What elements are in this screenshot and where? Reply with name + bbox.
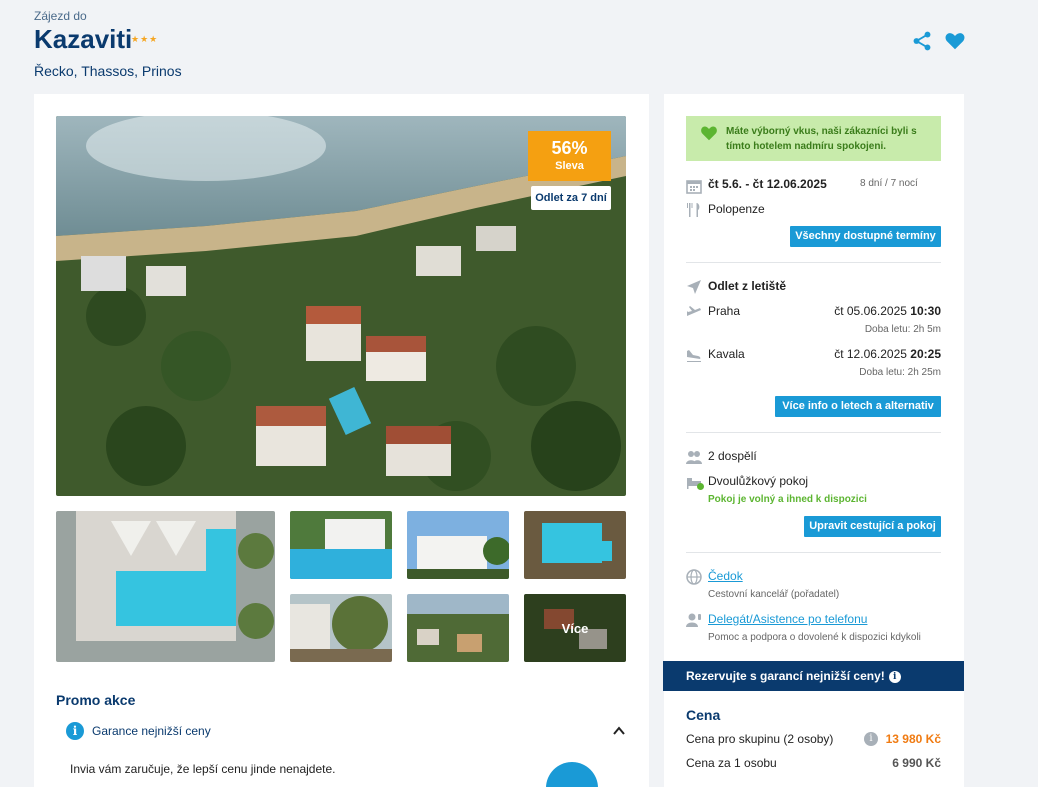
room-type: Dvoulůžkový pokoj [708,474,809,488]
outbound-duration: Doba letu: 2h 5m [864,324,941,335]
more-photos-label[interactable]: Více [524,594,626,662]
thumbnail-hotel-facade[interactable] [407,511,509,579]
inbound-time: 20:25 [910,347,941,361]
promo-text: Invia vám zaručuje, že lepší cenu jinde … [70,762,336,776]
promo-title: Promo akce [56,692,136,708]
cutlery-icon [687,203,700,217]
delegate-link[interactable]: Delegát/Asistence po telefonu [708,612,867,626]
hotel-name: Kazaviti [34,24,133,54]
inbound-datetime: čt 12.06.2025 20:25 [834,347,941,361]
calendar-icon [686,180,702,194]
promo-item-label: Garance nejnižší ceny [92,724,211,738]
outbound-time: 10:30 [910,304,941,318]
organizer-description: Cestovní kancelář (pořadatel) [708,589,840,600]
inbound-duration: Doba letu: 2h 25m [859,367,941,378]
inbound-date: čt 12.06.2025 [834,347,907,361]
thumbnail-more[interactable]: Více [524,594,626,662]
guarantee-seal-icon [546,762,598,787]
satisfaction-text: Máte výborný vkus, naši zákazníci byli s… [726,126,917,152]
divider [686,262,941,263]
thumbnail-garden[interactable] [290,594,392,662]
trip-dates: čt 5.6. - čt 12.06.2025 [708,177,827,191]
person-price: 6 990 Kč [892,756,941,770]
plane-icon [687,280,701,294]
divider [686,432,941,433]
price-title: Cena [686,707,721,723]
gallery-card: 56% Sleva Odlet za 7 dní Více Promo akce… [34,94,649,787]
travellers: 2 dospělí [708,449,757,463]
landing-icon [687,350,701,362]
guarantee-bar-text: Rezervujte s garancí nejnižší ceny! [686,669,885,683]
departure-badge: Odlet za 7 dní [531,186,611,210]
board-type: Polopenze [708,202,765,216]
promo-accordion-header[interactable]: i Garance nejnižší ceny [66,720,626,742]
info-icon[interactable]: i [888,670,901,683]
flight-info-button[interactable]: Více info o letech a alternativ [775,396,941,417]
discount-percent: 56% [551,138,588,158]
guarantee-bar[interactable]: Rezervujte s garancí nejnižší ceny! i [663,661,964,691]
hotel-location[interactable]: Řecko, Thassos, Prinos [34,63,182,79]
group-price-label: Cena pro skupinu (2 osoby) [686,732,834,746]
departure-label: Odlet z letiště [708,279,787,293]
outbound-datetime: čt 05.06.2025 10:30 [834,304,941,318]
all-dates-button[interactable]: Všechny dostupné termíny [790,226,941,247]
satisfaction-note: Máte výborný vkus, naši zákazníci byli s… [686,116,941,161]
outbound-city: Praha [708,304,741,318]
availability-dot [697,483,704,490]
room-status: Pokoj je volný a ihned k dispozici [708,494,867,505]
info-icon[interactable]: i [864,732,878,746]
discount-badge: 56% Sleva [528,131,611,181]
discount-label: Sleva [555,160,584,172]
trip-duration: 8 dní / 7 nocí [860,178,918,189]
main-photo[interactable]: 56% Sleva Odlet za 7 dní [56,116,626,496]
thumbnail-pool-building[interactable] [290,511,392,579]
thumbnail-pool-top[interactable] [56,511,275,662]
people-icon [686,451,702,464]
inbound-city: Kavala [708,347,745,361]
share-icon[interactable] [911,30,933,52]
person-price-label: Cena za 1 osobu [686,756,777,770]
info-icon: i [66,722,84,740]
delegate-description: Pomoc a podpora o dovolené k dispozici k… [708,632,921,643]
hotel-stars: ★★★ [131,34,159,44]
edit-travellers-button[interactable]: Upravit cestující a pokoj [804,516,941,537]
heart-icon [701,126,717,141]
heart-icon[interactable] [944,30,966,52]
group-price: 13 980 Kč [885,732,941,746]
organizer-link[interactable]: Čedok [708,569,743,583]
chevron-up-icon[interactable] [612,724,626,738]
globe-icon [686,569,702,585]
thumbnail-town-view[interactable] [407,594,509,662]
divider [686,552,941,553]
trip-subtitle: Zájezd do [34,9,87,23]
thumbnail-pool-aerial[interactable] [524,511,626,579]
outbound-date: čt 05.06.2025 [834,304,907,318]
takeoff-icon [687,306,701,316]
booking-card: Máte výborný vkus, naši zákazníci byli s… [663,94,964,787]
support-icon [686,613,701,627]
